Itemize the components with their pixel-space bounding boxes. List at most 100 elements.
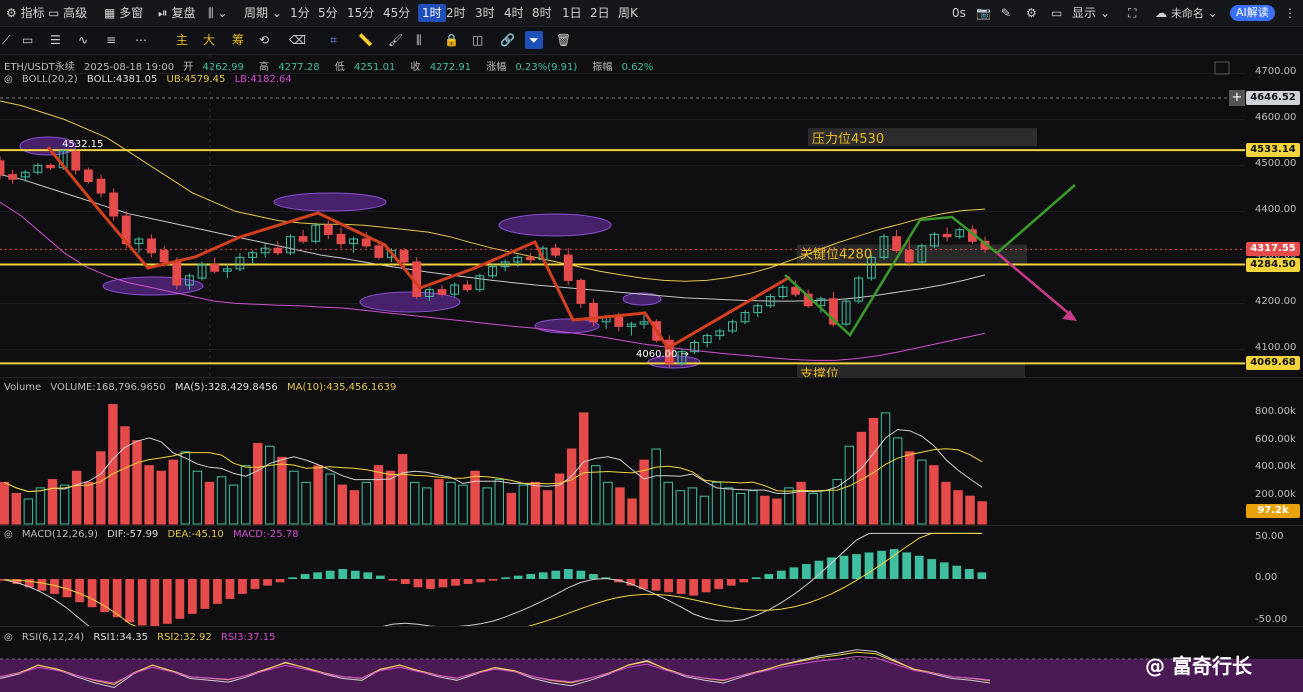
magnet-icon[interactable]: ⟲ [259,31,269,49]
layout-icon[interactable]: ▭ [1051,4,1062,22]
macd-tick: -50.00 [1255,613,1288,625]
volume-tick: 800.00k [1255,405,1296,417]
bearish-arrow-line[interactable] [996,252,1074,318]
ai-read-button[interactable]: AI解读 [1230,5,1275,21]
candle [210,263,220,272]
tab-timeframe[interactable]: 1时 [418,4,446,22]
period-button[interactable]: 周期 ⌄ [244,4,282,22]
macd-histogram-bar [137,579,147,626]
tab-timeframe[interactable]: 45分 [383,4,410,22]
horizontal-lines-icon[interactable]: ☰ [50,31,61,49]
price-chart[interactable]: 压力位4530 关键位4280 支撑位 4532.15 4060.00 → [0,55,1245,377]
crop-icon[interactable]: ⌗ [330,31,337,49]
macd-histogram-bar [238,579,247,594]
fib-tool-icon[interactable]: ≡ [106,31,116,49]
ruler-icon[interactable]: 📏 [358,31,373,49]
tab-timeframe[interactable]: 15分 [347,4,374,22]
main-force-button[interactable]: 主 [176,31,188,49]
eraser-icon[interactable]: ⌫ [289,31,306,49]
layout-name: 未命名 [1170,7,1204,20]
brush-icon[interactable]: 🖌 [388,31,403,49]
fullscreen-icon[interactable]: ⛶ [1128,4,1136,22]
filter-icon[interactable]: ⏷ [525,31,543,49]
volume-bar [216,476,227,525]
trash-icon[interactable]: 🗑 [556,31,571,49]
volume-bar [530,481,541,525]
pen-icon[interactable]: ✎ [1001,4,1011,22]
tab-timeframe[interactable]: 3时 [475,4,495,22]
display-button[interactable]: 显示 [1072,4,1096,22]
tab-timeframe[interactable]: 5分 [318,4,338,22]
multi-window-button[interactable]: ▦ 多窗 [104,4,143,22]
volume-bar [35,487,46,525]
more-icon[interactable]: ⋮ [1284,4,1296,22]
tab-timeframe[interactable]: 周K [618,4,638,22]
volume-bar [953,490,963,525]
line-tool-icon[interactable]: ⟋ [2,31,10,49]
more-tools-icon[interactable]: ⋯ [135,31,147,49]
candle [437,289,447,295]
price-tick: 4700.00 [1255,66,1297,78]
candle-tool-icon[interactable]: ⫼ [416,31,422,49]
macd-tick: 50.00 [1255,530,1284,542]
hide-icon[interactable]: ◫ [472,31,483,49]
volume-chart[interactable] [0,378,1245,525]
tab-timeframe[interactable]: 8时 [532,4,552,22]
macd-histogram-bar [977,572,987,579]
cloud-save-button[interactable]: ☁ 未命名 ⌄ [1155,4,1218,22]
volume-bar [253,442,263,525]
volume-tick: 600.00k [1255,433,1296,445]
volume-tick: 400.00k [1255,461,1296,473]
camera-icon[interactable]: 📷 [976,4,991,22]
indicators-button[interactable]: ⚙ 指标 [6,4,45,22]
tab-timeframe[interactable]: 2日 [590,4,610,22]
macd-tick: 0.00 [1255,572,1278,583]
macd-chart[interactable] [0,526,1245,626]
settings-icon[interactable]: ⚙ [1026,4,1037,22]
volume-bar [941,481,951,525]
lock-icon[interactable]: 🔒 [444,31,459,49]
tab-timeframe[interactable]: 4时 [504,4,524,22]
big-order-button[interactable]: 大 [203,31,215,49]
expand-icon[interactable] [1214,61,1230,75]
rect-tool-icon[interactable]: ▭ [22,31,33,49]
display-dropdown-icon[interactable]: ⌄ [1100,4,1110,22]
macd-histogram-bar [902,552,912,579]
volume-bar [120,426,130,525]
chart-type-button[interactable]: ⫼ ⌄ [208,4,227,22]
tab-timeframe[interactable]: 2时 [446,4,466,22]
current-price-tag: 4317.55 [1246,242,1300,257]
wave-tool-icon[interactable]: ∿ [78,31,88,49]
macd-histogram-bar [776,570,786,579]
price-tick: 4200.00 [1255,296,1297,308]
volume-bar [0,481,9,525]
volume-bar [204,481,215,525]
volume-bar [723,487,734,525]
replay-button[interactable]: ⏯ 复盘 [158,4,195,22]
advanced-icon: ▭ [48,6,60,20]
macd-histogram-bar [701,579,711,593]
volume-bar [84,481,94,525]
candle [551,247,561,256]
tab-timeframe[interactable]: 1分 [290,4,310,22]
volume-bar [482,487,492,525]
volume-tick: 200.00k [1255,489,1296,501]
link-icon[interactable]: 🔗 [500,31,515,49]
tab-timeframe[interactable]: 1日 [562,4,582,22]
macd-histogram-bar [952,565,962,579]
macd-histogram-bar [914,555,924,579]
volume-bar [409,481,420,525]
macd-histogram-bar [300,574,310,579]
volume-bar [566,448,577,525]
macd-histogram-bar [739,579,749,583]
advanced-button[interactable]: ▭ 高级 [48,4,87,22]
advanced-label: 高级 [63,6,88,20]
volume-bar [748,490,758,525]
macd-histogram-bar [689,579,699,596]
volume-bar [518,484,529,525]
cloud-icon: ☁ [1155,6,1167,20]
red-trend-line[interactable] [46,146,791,351]
add-alert-icon[interactable]: + [1229,90,1245,106]
rsi-chart[interactable] [0,627,1303,692]
chips-button[interactable]: 筹 [232,31,244,49]
